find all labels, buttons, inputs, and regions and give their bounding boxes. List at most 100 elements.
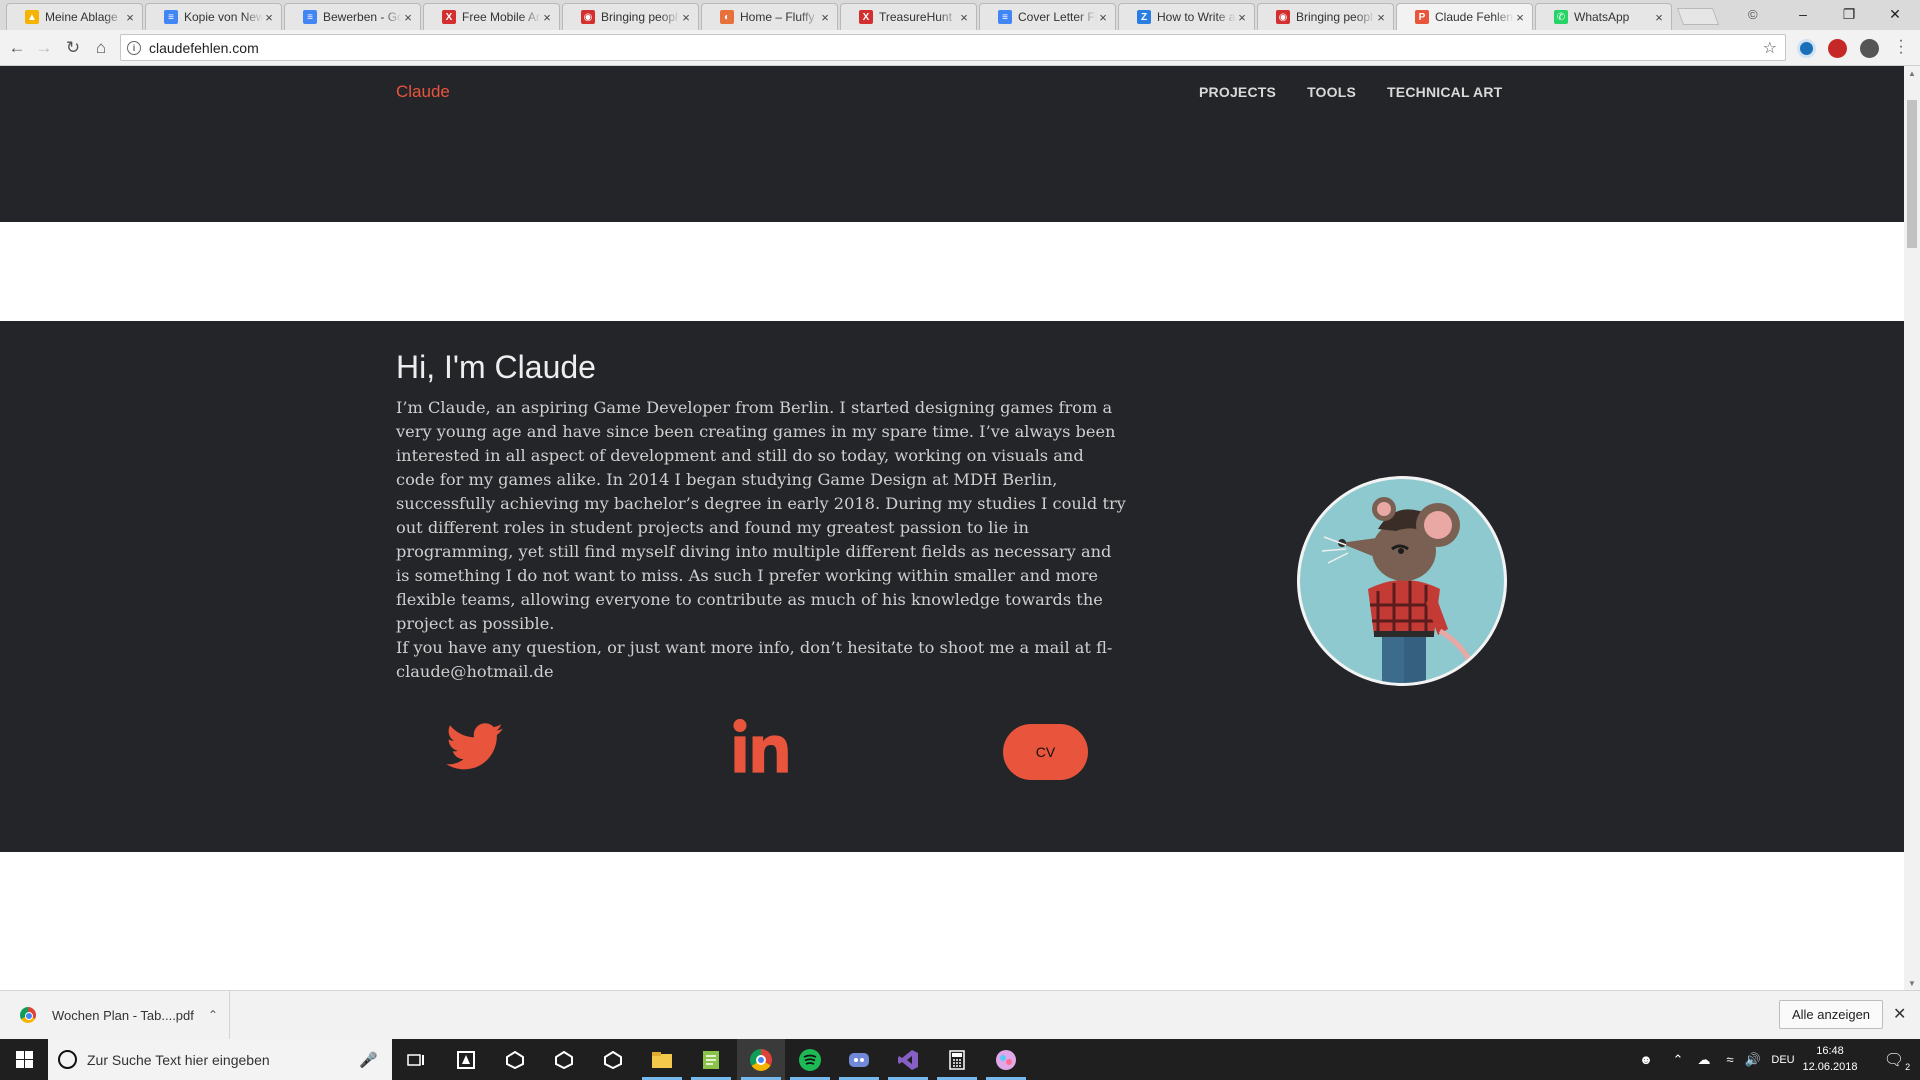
cv-button[interactable]: CV: [1003, 724, 1088, 780]
browser-tab[interactable]: X TreasureHunt ×: [840, 3, 977, 30]
tab-close-icon[interactable]: ×: [124, 10, 136, 25]
browser-tab[interactable]: P Claude Fehlen ×: [1396, 3, 1533, 30]
tab-close-icon[interactable]: ×: [1514, 10, 1526, 25]
profile-icon[interactable]: ©: [1748, 7, 1758, 22]
tab-title[interactable]: Home – Fluffy: [740, 10, 819, 24]
download-filename[interactable]: Wochen Plan - Tab....pdf: [52, 1008, 194, 1023]
unity-editor-icon-2[interactable]: [540, 1039, 588, 1080]
tab-title[interactable]: Bringing peopl: [601, 10, 680, 24]
tab-title[interactable]: WhatsApp: [1574, 10, 1653, 24]
task-view-icon[interactable]: [392, 1039, 440, 1080]
browser-tab[interactable]: ◉ Bringing peopl ×: [562, 3, 699, 30]
unity-editor-icon-1[interactable]: [491, 1039, 539, 1080]
scroll-down-icon[interactable]: ▼: [1904, 976, 1920, 990]
restore-button[interactable]: ❐: [1826, 0, 1872, 28]
tab-close-icon[interactable]: ×: [1236, 10, 1248, 25]
tab-close-icon[interactable]: ×: [958, 10, 970, 25]
new-tab-button[interactable]: [1676, 8, 1720, 25]
tab-title[interactable]: Free Mobile Ar: [462, 10, 541, 24]
system-clock[interactable]: 16:48 12.06.2018: [1799, 1043, 1861, 1075]
info-icon[interactable]: i: [127, 40, 141, 55]
unity-app-icon[interactable]: [442, 1039, 490, 1080]
twitter-link[interactable]: [446, 723, 504, 776]
reload-icon[interactable]: ↻: [63, 38, 83, 58]
nav-technical-art-link[interactable]: TECHNICAL ART: [1387, 84, 1502, 100]
red-circle-icon: ◉: [1276, 10, 1290, 24]
browser-tab[interactable]: ▲ Meine Ablage ×: [6, 3, 143, 30]
bookmark-star-icon[interactable]: ☆: [1763, 38, 1777, 58]
twitter-icon[interactable]: [446, 723, 504, 771]
taskbar-search[interactable]: Zur Suche Text hier eingeben 🎤: [48, 1039, 392, 1080]
x-icon: X: [442, 10, 456, 24]
calculator-icon[interactable]: [933, 1039, 981, 1080]
browser-tab[interactable]: X Free Mobile Ar ×: [423, 3, 560, 30]
nav-projects-link[interactable]: PROJECTS: [1199, 84, 1276, 100]
tab-close-icon[interactable]: ×: [819, 10, 831, 25]
extension-icon[interactable]: [1797, 39, 1816, 58]
tab-title[interactable]: Meine Ablage: [45, 10, 124, 24]
tab-title[interactable]: Cover Letter Fi: [1018, 10, 1097, 24]
incognito-extension-icon[interactable]: [1860, 39, 1879, 58]
action-center-icon[interactable]: 🗨 2: [1872, 1039, 1916, 1080]
minimize-button[interactable]: –: [1780, 0, 1826, 28]
forward-icon[interactable]: →: [34, 38, 54, 58]
tab-close-icon[interactable]: ×: [680, 10, 692, 25]
wifi-icon[interactable]: ≈: [1718, 1039, 1742, 1080]
tab-close-icon[interactable]: ×: [402, 10, 414, 25]
scroll-up-icon[interactable]: ▲: [1904, 66, 1920, 80]
browser-tab[interactable]: Z How to Write a ×: [1118, 3, 1255, 30]
bio-paragraph: I’m Claude, an aspiring Game Developer f…: [396, 398, 1126, 633]
chrome-taskbar-icon[interactable]: [737, 1039, 785, 1080]
tab-title[interactable]: Claude Fehlen: [1435, 10, 1514, 24]
file-explorer-icon[interactable]: [638, 1039, 686, 1080]
tab-close-icon[interactable]: ×: [263, 10, 275, 25]
onedrive-icon[interactable]: ☁: [1692, 1039, 1716, 1080]
show-hidden-icons-icon[interactable]: ⌃: [1668, 1039, 1688, 1080]
linkedin-icon[interactable]: [732, 718, 790, 774]
browser-menu-icon[interactable]: · · ·: [1896, 33, 1906, 61]
input-language[interactable]: DEU: [1768, 1039, 1798, 1080]
chevron-up-icon[interactable]: ⌃: [208, 1008, 218, 1022]
tab-close-icon[interactable]: ×: [1653, 10, 1665, 25]
tab-title[interactable]: How to Write a: [1157, 10, 1236, 24]
browser-tab[interactable]: ◐ Home – Fluffy ×: [701, 3, 838, 30]
unity-editor-icon-3[interactable]: [589, 1039, 637, 1080]
linkedin-link[interactable]: [732, 718, 790, 779]
tab-title[interactable]: Bringing peopl: [1296, 10, 1375, 24]
notepad-icon[interactable]: [687, 1039, 735, 1080]
back-icon[interactable]: ←: [7, 38, 27, 58]
people-icon[interactable]: ☻: [1632, 1039, 1660, 1080]
start-button[interactable]: [0, 1039, 48, 1080]
nav-tools-link[interactable]: TOOLS: [1307, 84, 1356, 100]
show-all-downloads-button[interactable]: Alle anzeigen: [1779, 1000, 1883, 1029]
tab-close-icon[interactable]: ×: [541, 10, 553, 25]
discord-icon[interactable]: [835, 1039, 883, 1080]
browser-tab[interactable]: ≡ Cover Letter Fi ×: [979, 3, 1116, 30]
microphone-icon[interactable]: 🎤: [359, 1051, 378, 1069]
volume-icon[interactable]: 🔊: [1742, 1039, 1764, 1080]
spotify-icon[interactable]: [786, 1039, 834, 1080]
address-bar[interactable]: i claudefehlen.com ☆: [120, 34, 1786, 61]
browser-tab[interactable]: ≡ Bewerben - Go ×: [284, 3, 421, 30]
tab-close-icon[interactable]: ×: [1097, 10, 1109, 25]
tab-title[interactable]: Bewerben - Go: [323, 10, 402, 24]
page-scrollbar[interactable]: ▲ ▼: [1904, 66, 1920, 990]
visual-studio-icon[interactable]: [884, 1039, 932, 1080]
paint-app-icon[interactable]: [982, 1039, 1030, 1080]
download-item[interactable]: Wochen Plan - Tab....pdf ⌃: [14, 991, 230, 1039]
taskbar-search-input[interactable]: Zur Suche Text hier eingeben: [87, 1052, 359, 1068]
adblock-extension-icon[interactable]: [1828, 39, 1847, 58]
close-shelf-icon[interactable]: ✕: [1893, 1004, 1906, 1024]
tab-close-icon[interactable]: ×: [1375, 10, 1387, 25]
cortana-icon[interactable]: [58, 1050, 77, 1069]
browser-tab[interactable]: ≡ Kopie von New ×: [145, 3, 282, 30]
tab-title[interactable]: Kopie von New: [184, 10, 263, 24]
browser-tab[interactable]: ✆ WhatsApp ×: [1535, 3, 1672, 30]
address-url[interactable]: claudefehlen.com: [149, 40, 259, 56]
tab-title[interactable]: TreasureHunt: [879, 10, 958, 24]
home-icon[interactable]: ⌂: [91, 38, 111, 58]
scrollbar-thumb[interactable]: [1907, 100, 1917, 248]
site-brand-link[interactable]: Claude: [396, 82, 450, 102]
browser-tab[interactable]: ◉ Bringing peopl ×: [1257, 3, 1394, 30]
close-window-button[interactable]: ✕: [1872, 0, 1918, 28]
